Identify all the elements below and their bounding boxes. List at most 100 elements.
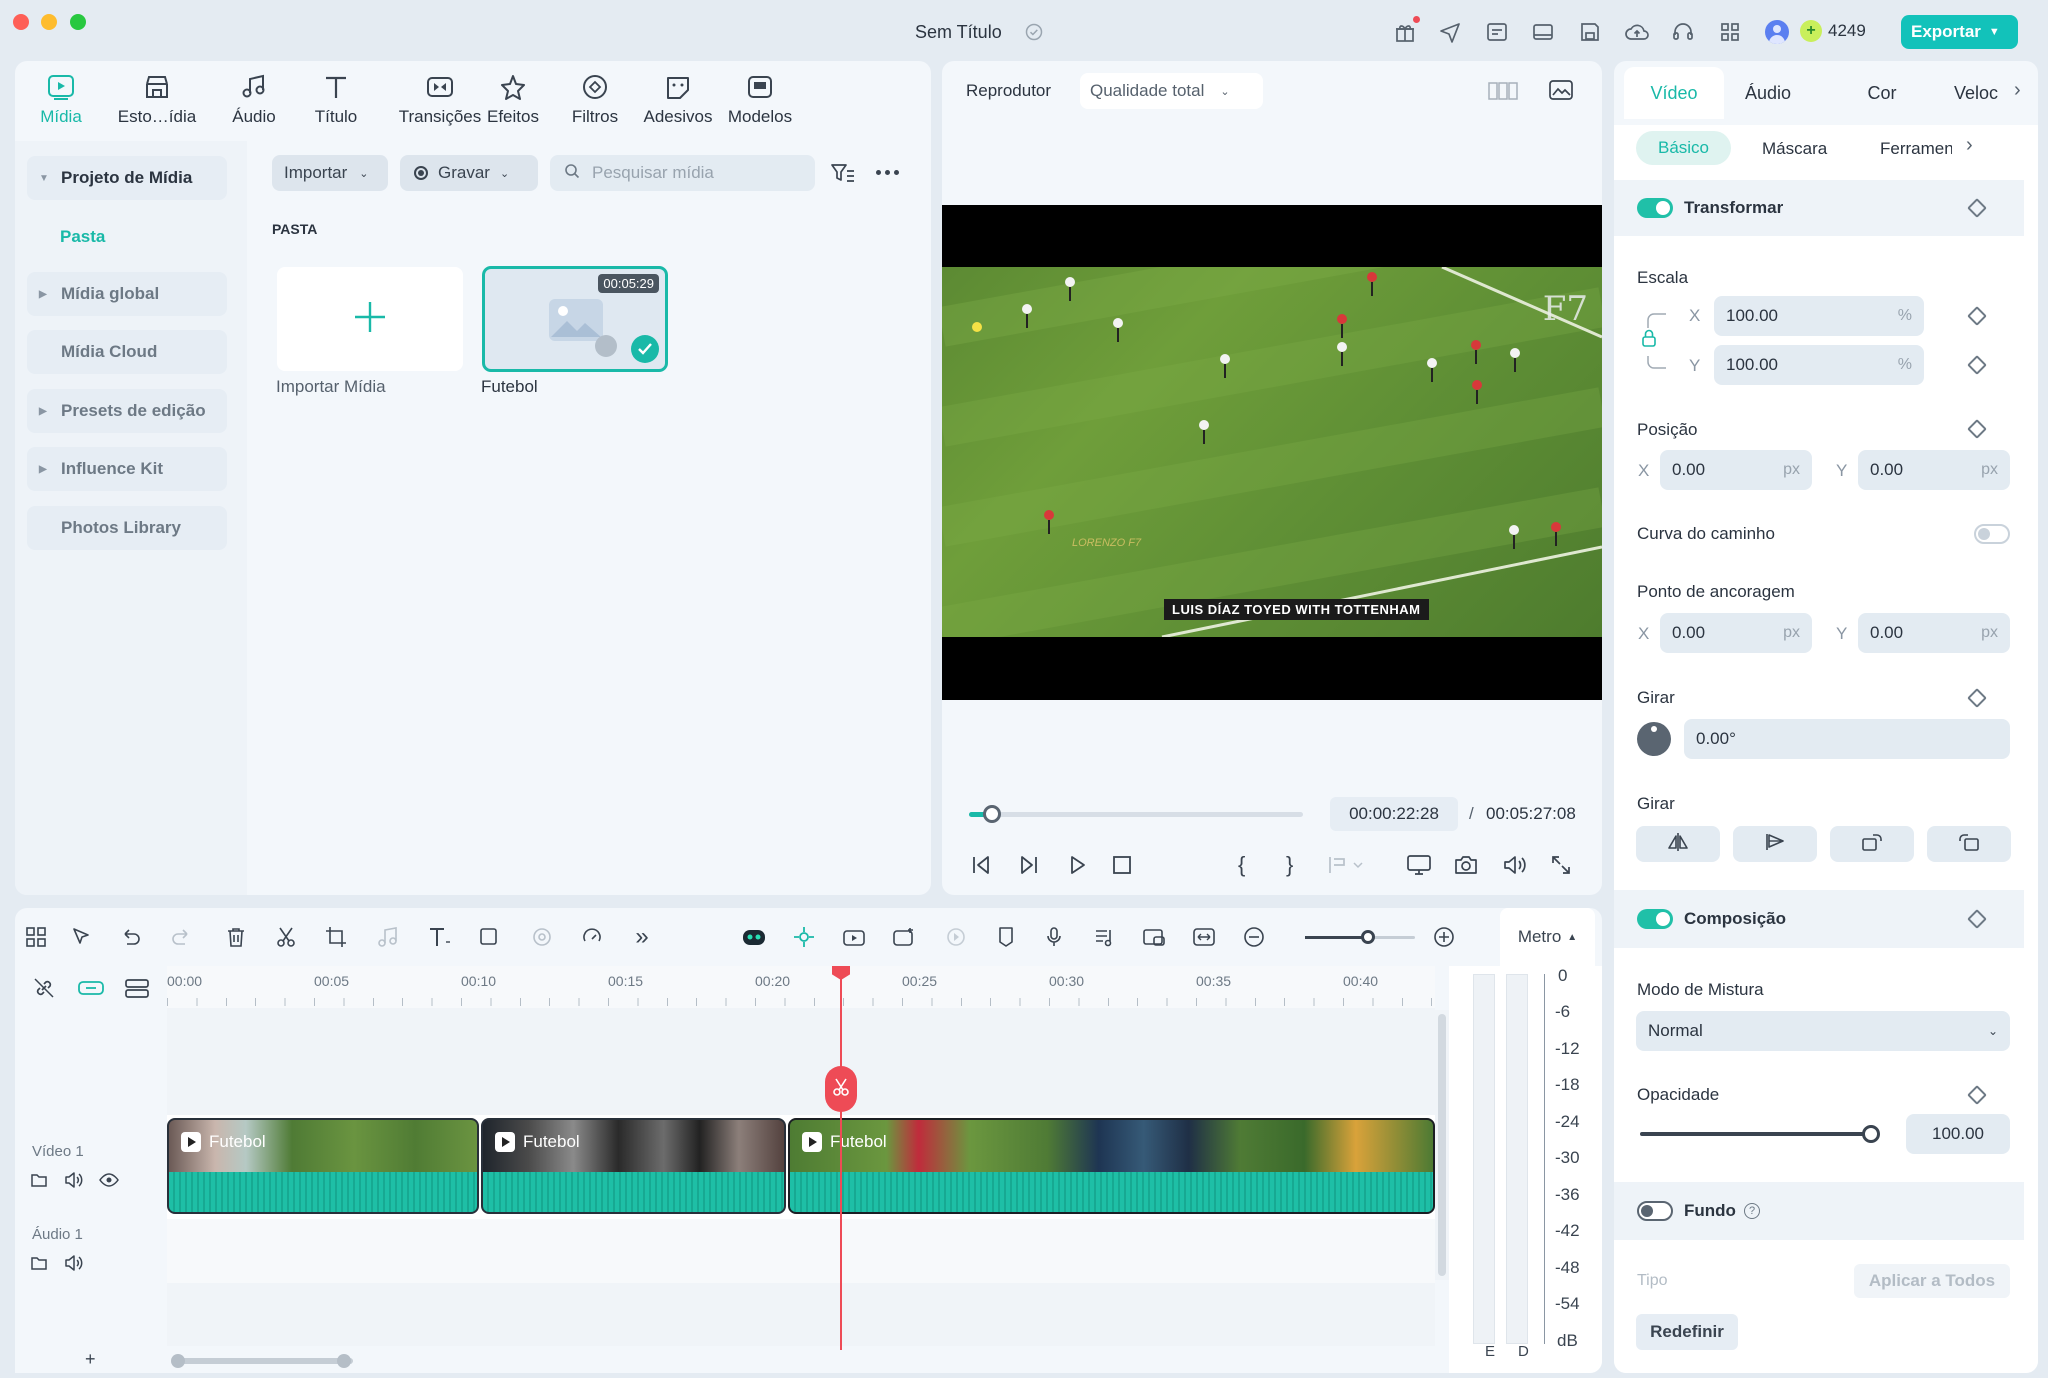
magnet-snap-icon[interactable]	[77, 976, 105, 1005]
tab-media[interactable]: Mídia	[21, 71, 101, 127]
undo-icon[interactable]	[115, 922, 145, 952]
monitor-icon[interactable]	[1406, 854, 1432, 881]
ai-assistant-icon[interactable]	[739, 922, 769, 952]
anchor-x-input[interactable]: 0.00 px	[1660, 613, 1812, 653]
tab-filters[interactable]: Filtros	[555, 71, 635, 127]
filter-sort-icon[interactable]	[830, 162, 856, 189]
fullscreen-icon[interactable]	[1550, 854, 1572, 881]
video-track-folder-icon[interactable]	[30, 1171, 48, 1194]
subtabs-scroll-right-icon[interactable]: ›	[1966, 134, 1973, 157]
video-track-visibility-icon[interactable]	[99, 1172, 119, 1193]
tab-store[interactable]: Esto…ídia	[117, 71, 197, 127]
tab-speed-inspector[interactable]: Veloc	[1954, 83, 1998, 104]
background-toggle[interactable]	[1637, 1201, 1673, 1221]
voiceover-mic-icon[interactable]	[1039, 922, 1069, 952]
play-icon[interactable]	[1066, 854, 1088, 881]
sidebar-item-global-media[interactable]: ▶ Mídia global	[27, 272, 227, 316]
sidebar-item-photos-library[interactable]: Photos Library	[27, 506, 227, 550]
subtab-mask[interactable]: Máscara	[1762, 139, 1827, 159]
tab-effects[interactable]: Efeitos	[473, 71, 553, 127]
record-dropdown[interactable]: Gravar ⌄	[400, 155, 538, 191]
audio-track-folder-icon[interactable]	[30, 1254, 48, 1277]
flip-vertical-button[interactable]	[1733, 826, 1817, 862]
zoom-in-icon[interactable]	[1429, 922, 1459, 952]
position-x-input[interactable]: 0.00 px	[1660, 450, 1812, 490]
flip-horizontal-button[interactable]	[1636, 826, 1720, 862]
marker-icon[interactable]	[991, 922, 1021, 952]
mark-in-icon[interactable]: {	[1238, 852, 1245, 878]
audio-adjust-icon[interactable]	[373, 922, 403, 952]
export-button[interactable]: Exportar ▼	[1901, 15, 2018, 49]
select-tool-icon[interactable]	[67, 922, 97, 952]
gift-icon[interactable]	[1393, 16, 1420, 44]
import-media-tile[interactable]	[277, 267, 463, 371]
auto-detect-icon[interactable]	[789, 922, 819, 952]
zoom-slider[interactable]	[1305, 930, 1415, 944]
timeline-clip[interactable]: Futebol	[167, 1118, 479, 1214]
save-icon[interactable]	[1578, 20, 1602, 44]
tabs-scroll-right-icon[interactable]: ›	[2014, 79, 2021, 102]
credits-badge[interactable]: + 4249	[1800, 20, 1866, 42]
delete-icon[interactable]	[221, 922, 251, 952]
picture-in-picture-icon[interactable]	[1139, 922, 1169, 952]
opacity-slider-knob[interactable]	[1862, 1125, 1880, 1143]
avatar[interactable]	[1765, 20, 1789, 44]
help-icon[interactable]: ?	[1744, 1203, 1760, 1219]
zoom-out-icon[interactable]	[1239, 922, 1269, 952]
video-track-mute-icon[interactable]	[64, 1171, 84, 1194]
tab-video-inspector[interactable]: Vídeo	[1624, 67, 1724, 119]
transform-toggle[interactable]	[1637, 198, 1673, 218]
blend-mode-dropdown[interactable]: Normal ⌄	[1636, 1011, 2010, 1051]
rotate-clockwise-button[interactable]	[1830, 826, 1914, 862]
timeline-clip[interactable]: Futebol	[788, 1118, 1435, 1214]
sidebar-item-folder[interactable]: Pasta	[60, 227, 105, 247]
opacity-slider[interactable]	[1640, 1125, 1880, 1143]
audio-track-mute-icon[interactable]	[64, 1254, 84, 1277]
stabilize-icon[interactable]	[941, 922, 971, 952]
volume-icon[interactable]	[1502, 854, 1528, 881]
import-dropdown[interactable]: Importar ⌄	[272, 155, 388, 191]
more-options-icon[interactable]	[876, 170, 899, 175]
tab-audio[interactable]: Áudio	[214, 71, 294, 127]
audio-mixer-icon[interactable]	[1089, 922, 1119, 952]
close-window-button[interactable]	[13, 14, 29, 30]
minimize-window-button[interactable]	[41, 14, 57, 30]
text-tool-icon[interactable]	[425, 922, 455, 952]
mask-tool-icon[interactable]	[527, 922, 557, 952]
path-curve-toggle[interactable]	[1974, 524, 2010, 544]
next-frame-icon[interactable]	[1018, 854, 1040, 881]
tab-templates[interactable]: Modelos	[720, 71, 800, 127]
anchor-y-input[interactable]: 0.00 px	[1858, 613, 2010, 653]
redo-icon[interactable]	[167, 922, 197, 952]
previous-frame-icon[interactable]	[970, 854, 992, 881]
layout-icon[interactable]	[1531, 20, 1555, 44]
quality-dropdown[interactable]: Qualidade total ⌄	[1080, 73, 1263, 109]
tab-stickers[interactable]: Adesivos	[638, 71, 718, 127]
tab-color-inspector[interactable]: Cor	[1832, 83, 1932, 104]
more-tools-icon[interactable]: »	[627, 922, 657, 952]
playback-progress-track[interactable]	[969, 805, 1303, 823]
scale-y-input[interactable]: 100.00 %	[1714, 345, 1924, 385]
grid-view-icon[interactable]	[1488, 80, 1518, 107]
insert-clip-icon[interactable]	[1328, 855, 1364, 880]
maximize-window-button[interactable]	[70, 14, 86, 30]
scale-x-input[interactable]: 100.00 %	[1714, 296, 1924, 336]
layout-grid-icon[interactable]	[21, 922, 51, 952]
tab-title[interactable]: Título	[296, 71, 376, 127]
headset-icon[interactable]	[1671, 20, 1695, 44]
sidebar-item-influence-kit[interactable]: ▶ Influence Kit	[27, 447, 227, 491]
search-input[interactable]: Pesquisar mídia	[550, 155, 815, 191]
rotate-counterclockwise-button[interactable]	[1927, 826, 2011, 862]
apps-grid-icon[interactable]	[1718, 20, 1742, 44]
composition-toggle[interactable]	[1637, 909, 1673, 929]
track-manager-icon[interactable]	[124, 976, 150, 1005]
subtab-basic[interactable]: Básico	[1636, 131, 1731, 165]
link-toggle-icon[interactable]	[32, 976, 56, 1005]
mark-out-icon[interactable]: }	[1286, 852, 1293, 878]
video-effect-icon[interactable]	[839, 922, 869, 952]
ai-video-icon[interactable]	[889, 922, 919, 952]
rotate-input[interactable]: 0.00°	[1684, 719, 2010, 759]
playhead-line[interactable]	[840, 966, 842, 1373]
rotate-dial[interactable]	[1637, 722, 1671, 756]
cloud-upload-icon[interactable]	[1624, 20, 1650, 44]
